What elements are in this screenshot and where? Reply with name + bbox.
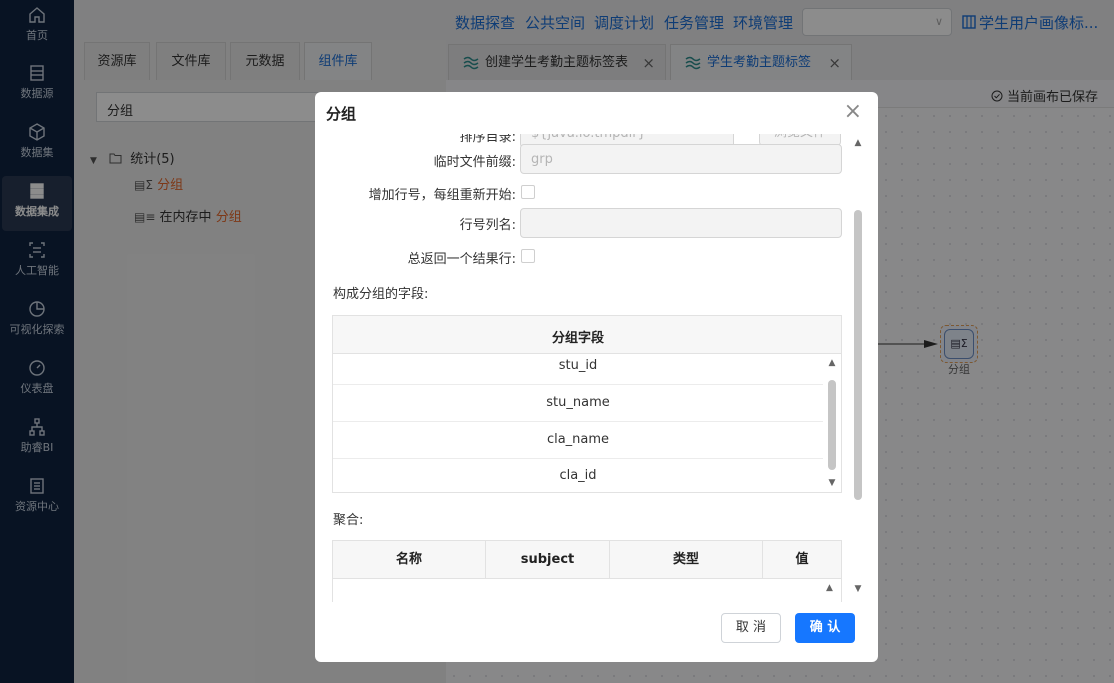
group-fields-table: 分组字段 stu_id stu_name cla_name cla_id ▲ ▼ [332, 315, 842, 493]
scroll-down-icon[interactable]: ▼ [852, 584, 864, 594]
table-row[interactable]: cla_id [333, 458, 823, 495]
scrollbar-thumb[interactable] [828, 380, 836, 470]
scroll-up-icon[interactable]: ▲ [826, 358, 838, 368]
scroll-down-icon[interactable]: ▼ [826, 478, 838, 488]
dialog-body: 排序目录: ${java.io.tmpdir} 浏览文件 临时文件前缀: grp… [315, 134, 878, 602]
group-dialog: 分组 × 排序目录: ${java.io.tmpdir} 浏览文件 临时文件前缀… [315, 92, 878, 662]
temp-prefix-input[interactable]: grp [520, 144, 842, 174]
line-number-column-input[interactable] [520, 208, 842, 238]
agg-col-value: 值 [795, 552, 809, 567]
agg-col-name: 名称 [333, 541, 486, 579]
scroll-up-icon[interactable]: ▲ [852, 138, 864, 148]
add-line-number-label: 增加行号，每组重新开始: [368, 188, 516, 203]
scrollbar-thumb[interactable] [854, 210, 862, 500]
agg-col-subject: subject [486, 541, 610, 579]
aggregate-header: 名称 subject 类型 值 [333, 541, 841, 579]
temp-prefix-label: 临时文件前缀: [433, 155, 516, 170]
agg-col-type: 类型 [610, 541, 763, 579]
dialog-scrollbar[interactable]: ▲ ▼ [852, 134, 864, 594]
dialog-title: 分组 [326, 105, 357, 123]
table-row[interactable]: stu_name [333, 385, 823, 422]
aggregate-section-label: 聚合: [333, 513, 364, 528]
line-number-column-label: 行号列名: [459, 218, 516, 233]
close-icon[interactable]: × [844, 101, 862, 123]
confirm-button[interactable]: 确 认 [795, 613, 855, 643]
group-fields-section-label: 构成分组的字段: [333, 287, 429, 302]
cancel-button[interactable]: 取 消 [721, 613, 781, 643]
table-row[interactable]: stu_id [333, 348, 823, 385]
sort-dir-label: 排序目录: [459, 134, 516, 145]
aggregate-table: 名称 subject 类型 值 ▲ [332, 540, 842, 602]
group-table-scrollbar[interactable]: ▲ ▼ [826, 358, 838, 490]
dialog-footer: 取 消 确 认 [315, 602, 878, 662]
group-field-column-header: 分组字段 [551, 331, 604, 346]
add-line-number-checkbox[interactable] [521, 185, 535, 199]
table-row[interactable]: cla_name [333, 422, 823, 459]
scroll-up-icon[interactable]: ▲ [826, 583, 833, 593]
always-one-row-checkbox[interactable] [521, 249, 535, 263]
always-one-row-label: 总返回一个结果行: [407, 252, 516, 267]
